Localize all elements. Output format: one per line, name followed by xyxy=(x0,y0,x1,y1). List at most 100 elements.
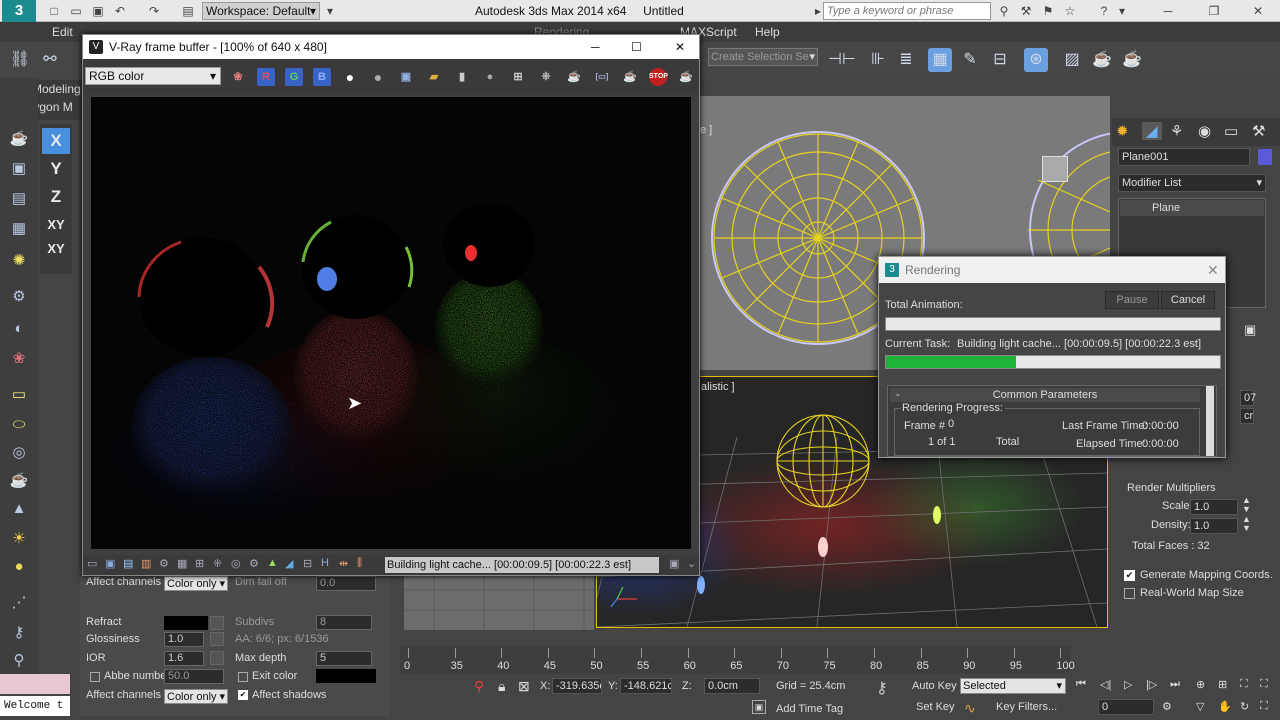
refract-map-button[interactable] xyxy=(210,616,224,630)
mirror-icon[interactable]: ⊣⊢ xyxy=(828,48,856,72)
photo-icon[interactable]: ▣ xyxy=(7,158,31,180)
render-frame-icon[interactable]: ☕ xyxy=(1120,48,1144,72)
axis-x[interactable]: X xyxy=(42,128,70,154)
save-file-icon[interactable]: ▣ xyxy=(90,3,106,19)
zoom-all-icon[interactable]: ⊞ xyxy=(1218,678,1227,691)
axis-z[interactable]: Z xyxy=(42,184,70,210)
render-icon[interactable]: ☕ xyxy=(677,68,695,86)
help-search-input[interactable]: Type a keyword or phrase xyxy=(823,2,991,20)
set-key-button[interactable]: Set Key xyxy=(916,701,955,713)
curve-editor-icon[interactable]: ⊟ xyxy=(988,48,1012,72)
add-time-tag-label[interactable]: Add Time Tag xyxy=(776,703,843,715)
zoom-extents-icon[interactable]: ⛶ xyxy=(1240,678,1248,691)
render-camera-icon[interactable]: ❀ xyxy=(7,348,31,370)
load-image-icon[interactable]: ▰ xyxy=(425,68,443,86)
vfb-tool-n-icon[interactable]: H xyxy=(321,557,329,569)
vfb-tool-c-icon[interactable]: ▤ xyxy=(123,557,133,570)
welcome-prompt[interactable]: Welcome t xyxy=(0,696,70,716)
key-filters-button[interactable]: Key Filters... xyxy=(996,701,1057,713)
help-icon[interactable]: ? xyxy=(1096,3,1112,19)
zoom-icon[interactable]: ⊕ xyxy=(1196,678,1205,691)
density-spinner-arrows-icon[interactable]: ▲ ▼ xyxy=(1242,515,1251,533)
workspace-dropdown[interactable]: Workspace: Default ▾ xyxy=(202,2,320,20)
isolate-icon[interactable]: ⚲ xyxy=(474,678,484,695)
pan-icon[interactable]: ✋ xyxy=(1218,700,1232,713)
vfb-tool-e-icon[interactable]: ⚙ xyxy=(159,557,169,570)
vfb-tool-f-icon[interactable]: ▦ xyxy=(177,557,187,570)
ior-field[interactable]: 1.6 xyxy=(164,651,204,666)
key-icon[interactable]: ⚷ xyxy=(7,622,31,644)
new-file-icon[interactable]: □ xyxy=(46,3,62,19)
vfb-tool-l-icon[interactable]: ◢ xyxy=(285,557,293,570)
light-bulb-icon[interactable]: ✺ xyxy=(7,250,31,272)
vfb-tool-b-icon[interactable]: ▣ xyxy=(105,557,115,570)
red-channel-button[interactable]: R xyxy=(257,68,275,86)
blue-channel-button[interactable]: B xyxy=(313,68,331,86)
ribbon-tab-modeling[interactable]: Modeling xyxy=(32,82,81,96)
vfb-minimize-icon[interactable]: ─ xyxy=(591,35,600,59)
key-tangent-icon[interactable]: ∿ xyxy=(964,700,976,717)
scale-spinner-arrows-icon[interactable]: ▲ ▼ xyxy=(1242,496,1251,514)
vfb-close-icon[interactable]: ✕ xyxy=(675,35,685,59)
teapot-icon[interactable]: ☕ xyxy=(7,128,31,150)
teapot-render-icon[interactable]: ☕ xyxy=(621,68,639,86)
fov-icon[interactable]: ▽ xyxy=(1196,700,1204,713)
vfb-tool-j-icon[interactable]: ⚙ xyxy=(249,557,259,570)
modify-tab-icon[interactable]: ◢ xyxy=(1142,122,1162,140)
close-window-icon[interactable]: ✕ xyxy=(1250,3,1266,19)
go-to-end-icon[interactable]: ⏭ xyxy=(1170,678,1180,691)
max-depth-field[interactable]: 5 xyxy=(316,651,372,666)
render-image[interactable]: ➤ xyxy=(91,97,691,549)
tool-b-icon[interactable]: ◐ xyxy=(7,318,31,340)
abbe-field[interactable]: 50.0 xyxy=(164,669,224,684)
restore-window-icon[interactable]: ❐ xyxy=(1206,3,1222,19)
vfb-tool-k-icon[interactable]: ▲ xyxy=(267,557,278,569)
left-viewport[interactable] xyxy=(404,576,594,630)
object-color-swatch[interactable] xyxy=(1258,149,1272,165)
zoom-extents-all-icon[interactable]: ⛶ xyxy=(1260,678,1268,691)
x-coordinate-field[interactable]: -319.635c xyxy=(552,678,602,694)
track-mouse-icon[interactable]: ⊞ xyxy=(509,68,527,86)
subscription-icon[interactable]: ⚒ xyxy=(1018,3,1034,19)
torus-icon[interactable]: ◎ xyxy=(7,442,31,464)
duplicate-icon[interactable]: ● xyxy=(481,68,499,86)
teapot-small-icon[interactable]: ☕ xyxy=(7,470,31,492)
viewport-label[interactable]: alistic ] xyxy=(701,381,735,393)
scene-explorer-icon[interactable]: ▦ xyxy=(928,48,952,72)
region-render-icon[interactable]: ⁜ xyxy=(537,68,555,86)
minimize-window-icon[interactable]: ─ xyxy=(1160,3,1176,19)
axis-xy-lock[interactable]: XY xyxy=(42,236,70,262)
time-tag-icon[interactable]: ▣ xyxy=(752,700,766,714)
script-icon[interactable]: ▤ xyxy=(7,188,31,210)
abbe-checkbox[interactable] xyxy=(90,672,100,682)
maxscript-listener-mini[interactable] xyxy=(0,674,70,694)
vfb-tool-m-icon[interactable]: ⊟ xyxy=(303,557,312,570)
dialog-scrollbar[interactable] xyxy=(1206,386,1214,456)
app-logo-icon[interactable]: 3 xyxy=(2,0,36,22)
modifier-list-dropdown[interactable]: Modifier List ▾ xyxy=(1118,174,1266,192)
menu-help[interactable]: Help xyxy=(755,25,780,39)
sun-icon[interactable]: ☀ xyxy=(7,528,31,550)
utilities-tab-icon[interactable]: ⚒ xyxy=(1252,122,1265,140)
color-only-dropdown[interactable]: Color only ▾ xyxy=(164,689,228,704)
timeline[interactable]: 0 35 40 45 50 55 60 65 70 75 80 85 90 95 100 xyxy=(400,646,1075,674)
vfb-tool-d-icon[interactable]: ▥ xyxy=(141,557,151,570)
cancel-button[interactable]: Cancel xyxy=(1161,291,1215,309)
display-tab-icon[interactable]: ▭ xyxy=(1224,122,1238,140)
affect-shadows-checkbox[interactable]: ✔ xyxy=(238,690,248,700)
color-only-top-dropdown[interactable]: Color only ▾ xyxy=(164,576,228,591)
unlink-icon[interactable]: ⚯ xyxy=(38,48,62,72)
vfb-expand-icon[interactable]: ⌄ xyxy=(687,557,696,570)
green-channel-button[interactable]: G xyxy=(285,68,303,86)
partial-spinner-1[interactable]: 07 xyxy=(1240,390,1256,406)
select-link-icon[interactable]: ⛓ xyxy=(8,48,32,72)
undo-icon[interactable]: ↶ xyxy=(112,3,128,19)
particle-icon[interactable]: ⋰ xyxy=(7,592,31,614)
graphite-icon[interactable]: ✎ xyxy=(958,48,982,72)
refract-color-swatch[interactable] xyxy=(164,616,208,630)
create-tab-icon[interactable]: ✹ xyxy=(1116,122,1129,140)
glossiness-field[interactable]: 1.0 xyxy=(164,632,204,647)
mono-white-icon[interactable]: ● xyxy=(341,68,359,86)
light-gizmo[interactable] xyxy=(1042,156,1068,182)
realworld-checkbox[interactable] xyxy=(1124,588,1135,599)
